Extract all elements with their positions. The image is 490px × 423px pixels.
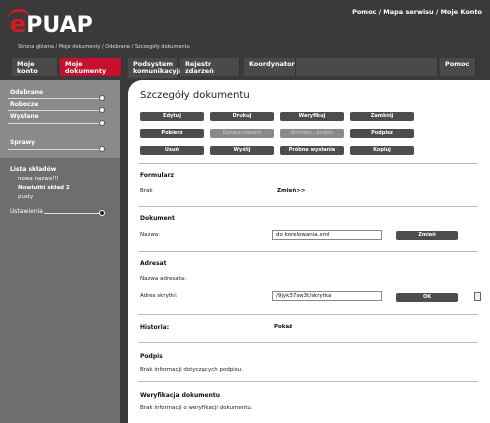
- mailbox-address-field[interactable]: /9jyk37sw3t/skrytka: [272, 291, 382, 301]
- copy-button[interactable]: Kopiuj: [350, 146, 414, 155]
- top-links[interactable]: Pomoc / Mapa serwisu / Moje Konto: [352, 8, 482, 16]
- main-nav: Moje konto Moje dokumenty Podsystem komu…: [0, 56, 490, 78]
- slider-dot-icon[interactable]: [99, 120, 105, 126]
- print-button[interactable]: Drukuj: [210, 112, 274, 121]
- lista-item[interactable]: Nowiutki skład 2: [18, 185, 70, 191]
- logo-text: PUAP: [26, 13, 93, 38]
- dokument-title: Dokument: [140, 215, 175, 222]
- adresat-box-label: Adres skrytki:: [140, 293, 178, 299]
- verify-button[interactable]: Weryfikuj: [280, 112, 344, 121]
- download-button[interactable]: Pobierz: [140, 129, 204, 138]
- main-panel: Szczegóły dokumentu Edytuj Drukuj Weryfi…: [128, 80, 490, 423]
- nav-moje-dokumenty[interactable]: Moje dokumenty: [60, 58, 122, 76]
- sidebar-item-sprawy[interactable]: Sprawy: [10, 139, 35, 146]
- test-send-button[interactable]: Próbne wysłanie: [280, 146, 344, 155]
- sidebar: Odebrane Robocze Wysłane Sprawy Lista sk…: [0, 80, 120, 423]
- sidebar-item-wyslane[interactable]: Wysłane: [10, 113, 39, 120]
- breadcrumb[interactable]: Strona główna / Moje dokumenty / Odebran…: [18, 44, 190, 50]
- podpis-title: Podpis: [140, 353, 163, 360]
- historia-title: Historia:: [140, 324, 170, 331]
- edit-button[interactable]: Edytuj: [140, 112, 204, 121]
- divider: [138, 342, 478, 343]
- lista-skladow-title: Lista składów: [10, 166, 57, 173]
- header: ePUAP Pomoc / Mapa serwisu / Moje Konto …: [0, 0, 490, 56]
- divider: [138, 381, 478, 382]
- divider: [8, 110, 104, 111]
- delete-button[interactable]: Usuń: [140, 146, 204, 155]
- lista-item[interactable]: nowa nazwa!!!: [18, 176, 59, 182]
- nav-rejestr[interactable]: Rejestr zdarzeń: [180, 58, 240, 76]
- historia-show-link[interactable]: Pokaż: [274, 324, 292, 330]
- slider-dot-icon[interactable]: [99, 107, 105, 113]
- timestamp-button[interactable]: Oznacz czasem: [210, 129, 274, 138]
- page-title: Szczegóły dokumentu: [140, 90, 250, 101]
- adresat-name-label: Nazwa adresata:: [140, 276, 186, 282]
- divider: [8, 123, 104, 124]
- nav-pomoc[interactable]: Pomoc: [440, 58, 476, 76]
- dokument-name-label: Nazwa:: [140, 232, 161, 238]
- slider-dot-icon[interactable]: [99, 146, 105, 152]
- send-button[interactable]: Wyślij: [210, 146, 274, 155]
- sidebar-item-ustawienia[interactable]: Ustawienia: [10, 208, 43, 215]
- weryfikacja-title: Weryfikacja dokumentu: [140, 392, 220, 399]
- slider-dot-icon[interactable]: [99, 210, 105, 216]
- divider: [138, 251, 478, 252]
- sidebar-item-odebrane[interactable]: Odebrane: [10, 89, 43, 96]
- divider: [138, 314, 478, 315]
- sidebar-item-robocze[interactable]: Robocze: [10, 101, 38, 108]
- logo[interactable]: ePUAP: [10, 10, 93, 38]
- address-book-icon[interactable]: [474, 292, 481, 301]
- adresat-title: Adresat: [140, 260, 167, 267]
- nav-podsystem[interactable]: Podsystem komunikacyjny: [128, 58, 188, 78]
- podpis-text: Brak informacji dotyczących podpisu.: [140, 367, 243, 373]
- logo-e: e: [10, 10, 27, 38]
- archive-signature-button[interactable]: Archiwiz...podpis: [280, 129, 344, 138]
- formularz-change-link[interactable]: Zmień>>: [277, 188, 305, 194]
- document-name-field[interactable]: do korelowania.xml: [272, 230, 382, 240]
- ok-button[interactable]: OK: [396, 293, 458, 302]
- slider-dot-icon[interactable]: [99, 95, 105, 101]
- divider: [138, 163, 478, 164]
- lista-item[interactable]: pusty: [18, 194, 33, 200]
- divider: [8, 149, 104, 150]
- weryfikacja-text: Brak informacji o weryfikacji dokumentu.: [140, 405, 253, 411]
- close-button[interactable]: Zamknij: [350, 112, 414, 121]
- formularz-value: Brak: [140, 188, 153, 194]
- divider: [138, 206, 478, 207]
- divider: [44, 213, 102, 214]
- sign-button[interactable]: Podpisz: [350, 129, 414, 138]
- nav-koordynator[interactable]: Koordynator: [244, 58, 296, 76]
- formularz-title: Formularz: [140, 172, 175, 179]
- nav-spacer: [296, 58, 438, 76]
- divider: [8, 98, 104, 99]
- change-name-button[interactable]: Zmień: [396, 231, 458, 240]
- nav-moje-konto[interactable]: Moje konto: [12, 58, 58, 76]
